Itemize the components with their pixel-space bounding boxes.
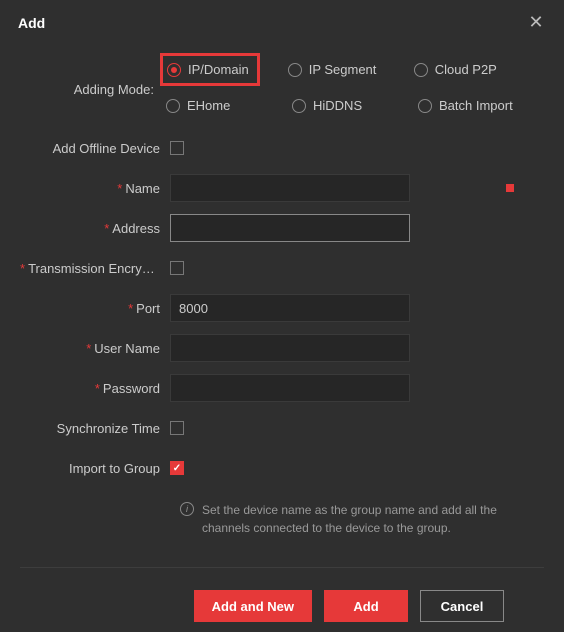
adding-mode-label: Adding Mode: <box>20 82 164 97</box>
radio-ehome[interactable]: EHome <box>166 98 292 113</box>
radio-cloud-p2p[interactable]: Cloud P2P <box>414 53 540 86</box>
radio-hiddns[interactable]: HiDDNS <box>292 98 418 113</box>
address-row: *Address <box>20 213 544 243</box>
cancel-button[interactable]: Cancel <box>420 590 504 622</box>
dialog-body: Adding Mode: IP/Domain IP Segment <box>0 45 564 632</box>
radio-batch-import[interactable]: Batch Import <box>418 98 544 113</box>
indicator-icon <box>506 184 514 192</box>
radio-ip-segment[interactable]: IP Segment <box>288 53 414 86</box>
radio-icon <box>167 63 181 77</box>
import-to-group-checkbox[interactable] <box>170 461 184 475</box>
transmission-encryption-label: *Transmission Encrypti... <box>20 261 170 276</box>
radio-icon <box>418 99 432 113</box>
dialog-title: Add <box>18 15 45 31</box>
add-offline-device-checkbox[interactable] <box>170 141 184 155</box>
add-button[interactable]: Add <box>324 590 408 622</box>
button-bar: Add and New Add Cancel <box>20 567 544 622</box>
add-and-new-button[interactable]: Add and New <box>194 590 312 622</box>
user-name-label: *User Name <box>20 341 170 356</box>
password-row: *Password <box>20 373 544 403</box>
radio-label: EHome <box>187 98 230 113</box>
dialog-header: Add ✕ <box>0 0 564 45</box>
port-label: *Port <box>20 301 170 316</box>
address-label: *Address <box>20 221 170 236</box>
transmission-encryption-checkbox[interactable] <box>170 261 184 275</box>
radio-label: Cloud P2P <box>435 62 497 77</box>
radio-label: IP/Domain <box>188 62 249 77</box>
add-offline-device-row: Add Offline Device <box>20 133 544 163</box>
add-device-dialog: Add ✕ Adding Mode: IP/Domain IP Segment <box>0 0 564 630</box>
info-row: i Set the device name as the group name … <box>180 501 544 537</box>
password-label: *Password <box>20 381 170 396</box>
password-input[interactable] <box>170 374 410 402</box>
radio-label: Batch Import <box>439 98 513 113</box>
adding-mode-radio-group: IP/Domain IP Segment Cloud P2P <box>164 53 544 125</box>
radio-label: HiDDNS <box>313 98 362 113</box>
add-offline-device-label: Add Offline Device <box>20 141 170 156</box>
radio-row-2: EHome HiDDNS Batch Import <box>164 98 544 113</box>
adding-mode-row: Adding Mode: IP/Domain IP Segment <box>20 53 544 125</box>
radio-icon <box>292 99 306 113</box>
synchronize-time-label: Synchronize Time <box>20 421 170 436</box>
port-input[interactable] <box>170 294 410 322</box>
import-to-group-row: Import to Group <box>20 453 544 483</box>
radio-icon <box>414 63 428 77</box>
info-text: Set the device name as the group name an… <box>202 501 532 537</box>
radio-icon <box>166 99 180 113</box>
port-row: *Port <box>20 293 544 323</box>
import-to-group-label: Import to Group <box>20 461 170 476</box>
address-input[interactable] <box>170 214 410 242</box>
close-icon[interactable]: ✕ <box>526 12 546 33</box>
info-icon: i <box>180 502 194 516</box>
synchronize-time-checkbox[interactable] <box>170 421 184 435</box>
radio-icon <box>288 63 302 77</box>
synchronize-time-row: Synchronize Time <box>20 413 544 443</box>
name-row: *Name <box>20 173 544 203</box>
name-input[interactable] <box>170 174 410 202</box>
radio-label: IP Segment <box>309 62 377 77</box>
user-name-input[interactable] <box>170 334 410 362</box>
name-label: *Name <box>20 181 170 196</box>
user-name-row: *User Name <box>20 333 544 363</box>
highlight-box: IP/Domain <box>160 53 260 86</box>
radio-ip-domain[interactable]: IP/Domain <box>167 62 249 77</box>
transmission-encryption-row: *Transmission Encrypti... <box>20 253 544 283</box>
